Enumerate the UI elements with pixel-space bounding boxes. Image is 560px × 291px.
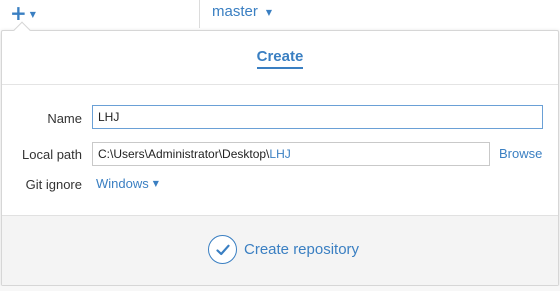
caret-down-icon: ▼ xyxy=(29,9,36,19)
plus-icon: + xyxy=(10,1,27,25)
add-repository-button[interactable]: + ▼ xyxy=(10,2,44,24)
local-path-prefix: C:\Users\Administrator\Desktop\ xyxy=(98,147,270,161)
local-path-label: Local path xyxy=(22,147,82,162)
local-path-suffix: LHJ xyxy=(269,147,291,161)
app-window: + ▼ master ▼ Create Name LHJ Local path … xyxy=(0,0,560,291)
create-repository-panel: Create Name LHJ Local path C:\Users\Admi… xyxy=(1,21,559,286)
caret-down-icon: ▼ xyxy=(152,179,159,188)
create-repository-button[interactable]: Create repository xyxy=(208,235,359,264)
checkmark-circle-icon xyxy=(208,235,237,264)
branch-name: master xyxy=(212,3,258,20)
tab-create-label: Create xyxy=(256,48,304,69)
toolbar-divider xyxy=(199,0,200,28)
local-path-input[interactable]: C:\Users\Administrator\Desktop\LHJ xyxy=(92,142,490,166)
git-ignore-dropdown[interactable]: Windows ▼ xyxy=(96,176,159,191)
panel-footer: Create repository xyxy=(2,215,558,285)
name-input[interactable]: LHJ xyxy=(92,105,543,129)
git-ignore-value: Windows xyxy=(96,176,149,191)
caret-down-icon: ▼ xyxy=(265,8,272,17)
git-ignore-label: Git ignore xyxy=(25,177,82,192)
background-strip xyxy=(0,286,560,291)
create-form: Name LHJ Local path C:\Users\Administrat… xyxy=(2,85,558,215)
name-label: Name xyxy=(47,111,82,126)
panel-tabs: Create xyxy=(2,31,558,85)
browse-button[interactable]: Browse xyxy=(499,146,542,161)
toolbar: + ▼ master ▼ xyxy=(0,0,560,28)
branch-selector[interactable]: master ▼ xyxy=(212,3,272,20)
create-repository-label: Create repository xyxy=(244,241,360,258)
tab-create[interactable]: Create xyxy=(2,48,558,69)
